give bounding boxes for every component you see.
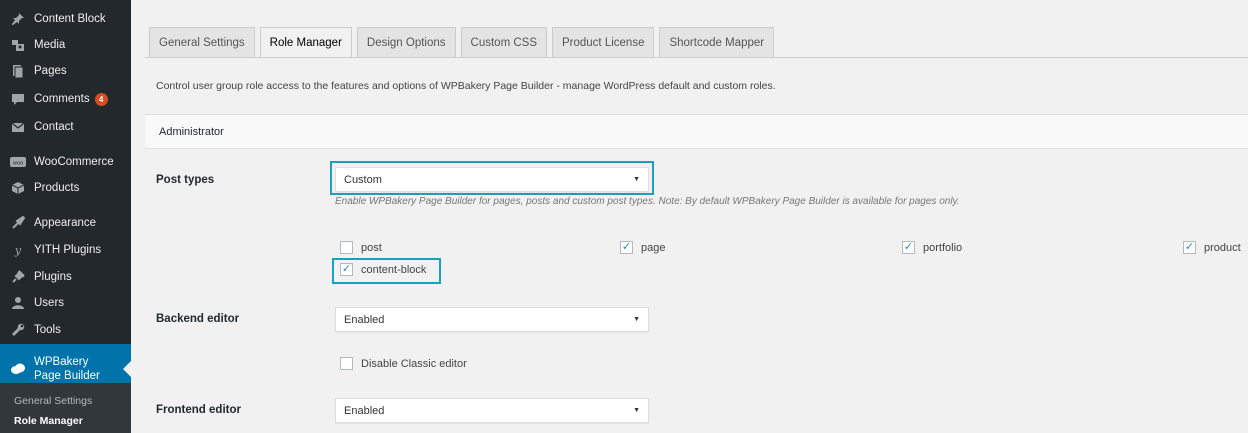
post-types-help-text: Enable WPBakery Page Builder for pages, …: [335, 196, 960, 207]
products-icon: [10, 180, 26, 196]
sidebar-item-label: WooCommerce: [34, 156, 114, 168]
intro-text: Control user group role access to the fe…: [156, 80, 776, 92]
frontend-editor-select[interactable]: Enabled ▼: [335, 398, 649, 423]
sidebar-item-yith-plugins[interactable]: y YITH Plugins: [0, 237, 131, 263]
svg-text:y: y: [14, 244, 22, 257]
sidebar-item-plugins[interactable]: Plugins: [0, 264, 131, 290]
main-content: General Settings Role Manager Design Opt…: [131, 0, 1248, 433]
tab-general-settings[interactable]: General Settings: [149, 27, 255, 57]
checkmark-icon[interactable]: ✓: [902, 241, 915, 254]
checkbox-label: portfolio: [923, 241, 963, 254]
checkbox-box[interactable]: [340, 357, 353, 370]
tools-icon: [10, 322, 26, 338]
comments-icon: [10, 91, 26, 107]
users-icon: [10, 295, 26, 311]
sidebar-item-label: Products: [34, 182, 80, 194]
checkmark-icon[interactable]: ✓: [1183, 241, 1196, 254]
pin-icon: [10, 11, 26, 27]
sidebar-item-label: Tools: [34, 324, 61, 336]
sidebar-item-label: Plugins: [34, 271, 72, 283]
sidebar-item-products[interactable]: Products: [0, 175, 131, 201]
submenu-item-role-manager[interactable]: Role Manager: [14, 415, 83, 427]
sidebar-item-woocommerce[interactable]: woo WooCommerce: [0, 149, 131, 175]
sidebar-item-comments[interactable]: Comments 4: [0, 86, 131, 112]
media-icon: [10, 37, 26, 53]
checkbox-label: content-block: [361, 263, 427, 276]
sidebar-item-label: Content Block: [34, 13, 106, 25]
checkbox-disable-classic-editor[interactable]: Disable Classic editor: [340, 357, 467, 370]
backend-editor-label: Backend editor: [156, 313, 240, 325]
settings-tabs: General Settings Role Manager Design Opt…: [149, 27, 779, 58]
checkbox-portfolio[interactable]: ✓ portfolio: [902, 241, 962, 254]
checkbox-page[interactable]: ✓ page: [620, 241, 665, 254]
checkbox-product[interactable]: ✓ product: [1183, 241, 1241, 254]
checkbox-label: Disable Classic editor: [361, 357, 467, 370]
dropdown-arrow-icon: ▼: [633, 316, 640, 323]
checkbox-post[interactable]: post: [340, 241, 382, 254]
active-menu-arrow: [123, 361, 131, 377]
backend-editor-select-value: Enabled: [344, 313, 385, 326]
mail-icon: [10, 119, 26, 135]
tab-shortcode-mapper[interactable]: Shortcode Mapper: [659, 27, 775, 57]
checkbox-label: product: [1204, 241, 1241, 254]
frontend-editor-label: Frontend editor: [156, 404, 241, 416]
svg-text:woo: woo: [13, 161, 23, 167]
sidebar-item-contact[interactable]: Contact: [0, 114, 131, 140]
role-title: Administrator: [159, 126, 224, 138]
wpbakery-submenu: General Settings Role Manager: [0, 383, 131, 433]
checkmark-icon[interactable]: ✓: [340, 263, 353, 276]
sidebar-item-appearance[interactable]: Appearance: [0, 210, 131, 236]
tab-design-options[interactable]: Design Options: [356, 27, 456, 57]
sidebar-item-label: Pages: [34, 65, 67, 77]
checkbox-content-block[interactable]: ✓ content-block: [340, 263, 426, 276]
pages-icon: [10, 63, 26, 79]
sidebar-item-label: Appearance: [34, 217, 97, 229]
sidebar-item-label: Comments: [34, 93, 90, 105]
checkmark-icon[interactable]: ✓: [620, 241, 633, 254]
sidebar-item-label: Contact: [34, 121, 74, 133]
checkbox-label: post: [361, 241, 382, 254]
tab-custom-css[interactable]: Custom CSS: [460, 27, 547, 57]
post-types-label: Post types: [156, 174, 215, 186]
checkbox-label: page: [641, 241, 666, 254]
yith-icon: y: [10, 242, 26, 258]
post-types-select[interactable]: Custom ▼: [335, 167, 649, 192]
comments-count-badge: 4: [94, 92, 108, 106]
backend-editor-select[interactable]: Enabled ▼: [335, 307, 649, 332]
dropdown-arrow-icon: ▼: [633, 176, 640, 183]
tab-product-license[interactable]: Product License: [552, 27, 655, 57]
wpbakery-icon: [10, 361, 26, 377]
sidebar-item-label: YITH Plugins: [34, 244, 102, 256]
sidebar-item-tools[interactable]: Tools: [0, 317, 131, 343]
submenu-item-general-settings[interactable]: General Settings: [14, 395, 92, 407]
tab-divider: [145, 57, 1248, 58]
checkbox-box[interactable]: [340, 241, 353, 254]
role-section-header[interactable]: Administrator: [145, 114, 1248, 149]
appearance-icon: [10, 215, 26, 231]
tab-role-manager[interactable]: Role Manager: [259, 27, 352, 58]
plugins-icon: [10, 269, 26, 285]
woo-icon: woo: [10, 154, 26, 170]
admin-sidebar: Content Block Media Pages Comments 4 Con…: [0, 0, 131, 433]
post-types-select-value: Custom: [344, 173, 382, 186]
frontend-editor-select-value: Enabled: [344, 404, 385, 417]
sidebar-item-label: Users: [34, 297, 65, 309]
sidebar-item-pages[interactable]: Pages: [0, 58, 131, 84]
sidebar-item-label: WPBakery Page Builder: [34, 355, 100, 382]
sidebar-item-label: Media: [34, 39, 66, 51]
sidebar-item-users[interactable]: Users: [0, 290, 131, 316]
dropdown-arrow-icon: ▼: [633, 407, 640, 414]
sidebar-item-media[interactable]: Media: [0, 32, 131, 58]
sidebar-item-content-block[interactable]: Content Block: [0, 6, 131, 32]
